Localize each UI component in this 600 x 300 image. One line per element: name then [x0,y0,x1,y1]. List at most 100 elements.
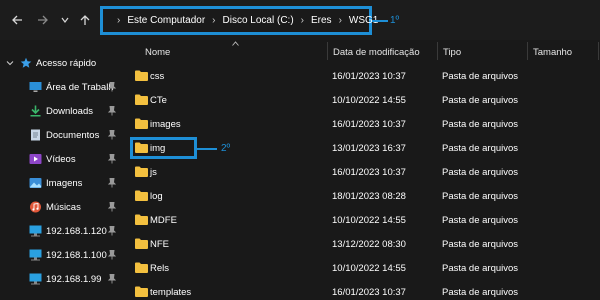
table-row[interactable]: css 16/01/2023 10:37 Pasta de arquivos [122,64,600,88]
column-divider[interactable] [437,42,438,60]
file-date: 16/01/2023 10:37 [332,119,406,130]
file-type: Pasta de arquivos [442,95,519,106]
sidebar-item-network-100[interactable]: 192.168.1.100 [0,246,122,264]
file-type: Pasta de arquivos [442,167,519,178]
pin-icon [108,250,116,260]
sidebar-item-images[interactable]: Imagens [0,174,122,192]
sidebar-item-label: Downloads [46,105,93,117]
column-divider[interactable] [527,42,528,60]
table-row[interactable]: log 18/01/2023 08:28 Pasta de arquivos [122,184,600,208]
sidebar-item-desktop[interactable]: Área de Trabalh [0,78,122,96]
star-icon [20,57,32,68]
pin-icon [108,178,116,188]
table-row[interactable]: templates 16/01/2023 10:37 Pasta de arqu… [122,280,600,300]
file-name: log [150,191,163,202]
annotation-line-2 [197,148,217,150]
annotation-label-2: 2º [221,143,231,154]
desktop-icon [29,82,42,92]
column-header-type[interactable]: Tipo [443,47,461,58]
file-type: Pasta de arquivos [442,191,519,202]
sidebar-item-label: Acesso rápido [36,57,97,69]
column-header-date[interactable]: Data de modificação [333,47,420,58]
sidebar-item-label: 192.168.1.100 [46,249,107,261]
annotation-line-1 [372,20,388,22]
sidebar-item-label: 192.168.1.99 [46,273,102,285]
file-date: 16/01/2023 10:37 [332,167,406,178]
file-date: 13/12/2022 08:30 [332,239,406,250]
file-name: CTe [150,95,167,106]
breadcrumb-disco-local[interactable]: Disco Local (C:) [223,15,294,26]
breadcrumb-este-computador[interactable]: Este Computador [127,15,205,26]
file-date: 10/10/2022 14:55 [332,215,406,226]
table-row[interactable]: MDFE 10/10/2022 14:55 Pasta de arquivos [122,208,600,232]
table-row[interactable]: images 16/01/2023 10:37 Pasta de arquivo… [122,112,600,136]
file-type: Pasta de arquivos [442,143,519,154]
download-icon [30,105,41,117]
pin-icon [108,274,116,284]
column-divider[interactable] [598,42,599,60]
document-icon [31,129,40,141]
table-row[interactable]: Rels 10/10/2022 14:55 Pasta de arquivos [122,256,600,280]
back-button[interactable] [8,11,26,29]
pin-icon [108,154,116,164]
sidebar-item-documents[interactable]: Documentos [0,126,122,144]
up-button[interactable] [76,11,94,29]
table-row[interactable]: CTe 10/10/2022 14:55 Pasta de arquivos [122,88,600,112]
sidebar-item-label: 192.168.1.120 [46,225,107,237]
file-date: 13/01/2023 16:37 [332,143,406,154]
network-drive-icon [29,225,42,237]
folder-icon [135,70,148,81]
table-row[interactable]: js 16/01/2023 10:37 Pasta de arquivos [122,160,600,184]
file-type: Pasta de arquivos [442,287,519,298]
column-header-size[interactable]: Tamanho [533,47,572,58]
network-drive-icon [29,249,42,261]
pin-icon [108,82,116,92]
video-icon [29,154,42,164]
file-date: 10/10/2022 14:55 [332,95,406,106]
pin-icon [108,106,116,116]
pin-icon [108,130,116,140]
sidebar-item-downloads[interactable]: Downloads [0,102,122,120]
table-row[interactable]: NFE 13/12/2022 08:30 Pasta de arquivos [122,232,600,256]
file-type: Pasta de arquivos [442,239,519,250]
sidebar-item-network-99[interactable]: 192.168.1.99 [0,270,122,288]
sidebar-item-label: Imagens [46,177,83,189]
column-header-row: Nome Data de modificação Tipo Tamanho [122,40,600,62]
file-date: 16/01/2023 10:37 [332,287,406,298]
file-date: 16/01/2023 10:37 [332,71,406,82]
column-header-name[interactable]: Nome [145,47,170,58]
sidebar-item-music[interactable]: Músicas [0,198,122,216]
forward-button[interactable] [34,11,52,29]
folder-icon [135,166,148,177]
sidebar-item-quick-access[interactable]: Acesso rápido [0,54,122,72]
chevron-down-icon [61,17,69,23]
pin-icon [108,226,116,236]
file-name: NFE [150,239,169,250]
sidebar-item-label: Vídeos [46,153,76,165]
breadcrumb-eres[interactable]: Eres [311,15,332,26]
file-type: Pasta de arquivos [442,215,519,226]
column-divider[interactable] [327,42,328,60]
breadcrumb-separator: › [212,15,216,26]
sidebar-item-network-120[interactable]: 192.168.1.120 [0,222,122,240]
sidebar-item-videos[interactable]: Vídeos [0,150,122,168]
file-type: Pasta de arquivos [442,119,519,130]
sidebar-item-label: Documentos [46,129,100,141]
folder-icon [135,238,148,249]
sort-ascending-icon [232,41,239,46]
pin-icon [108,202,116,212]
file-name: templates [150,287,192,298]
annotation-label-1: 1º [390,15,400,26]
arrow-right-icon [38,15,48,25]
toolbar: › Este Computador › Disco Local (C:) › E… [0,0,600,40]
sidebar-item-label: Músicas [46,201,81,213]
folder-icon [135,286,148,297]
image-icon [29,178,42,188]
file-name: Rels [150,263,170,274]
file-date: 18/01/2023 08:28 [332,191,406,202]
navigation-pane: Acesso rápido Área de Trabalh Downloads … [0,40,122,300]
address-bar[interactable]: › Este Computador › Disco Local (C:) › E… [100,6,378,35]
file-name: js [150,167,157,178]
recent-locations-button[interactable] [56,11,74,29]
breadcrumb-separator: › [300,15,304,26]
